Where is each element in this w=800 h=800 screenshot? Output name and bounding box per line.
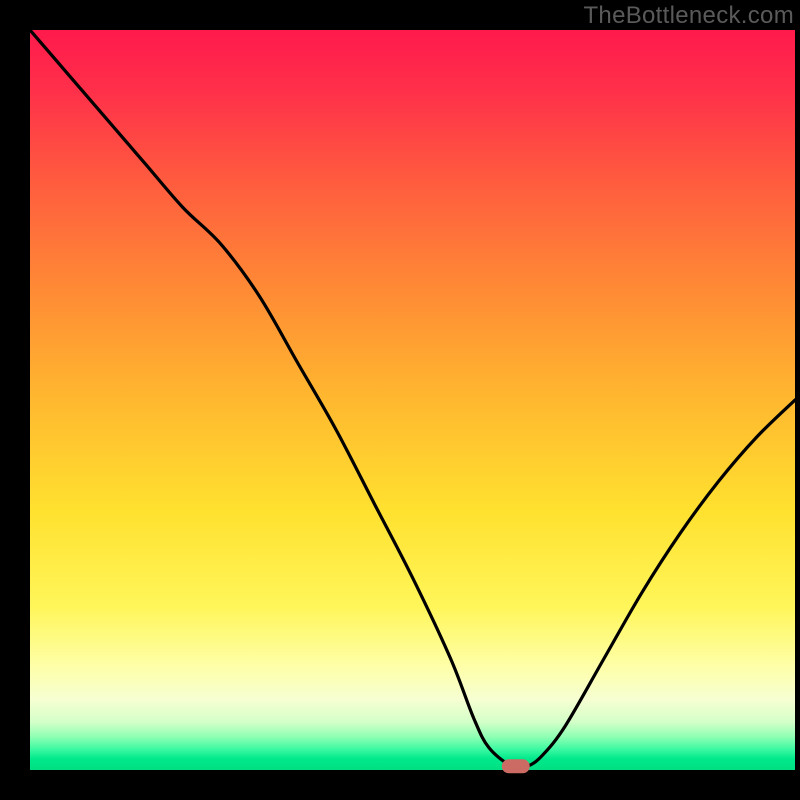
optimal-marker <box>502 759 530 773</box>
chart-container: TheBottleneck.com <box>0 0 800 800</box>
attribution-label: TheBottleneck.com <box>583 2 794 30</box>
bottleneck-chart <box>0 0 800 800</box>
plot-area <box>30 30 795 770</box>
